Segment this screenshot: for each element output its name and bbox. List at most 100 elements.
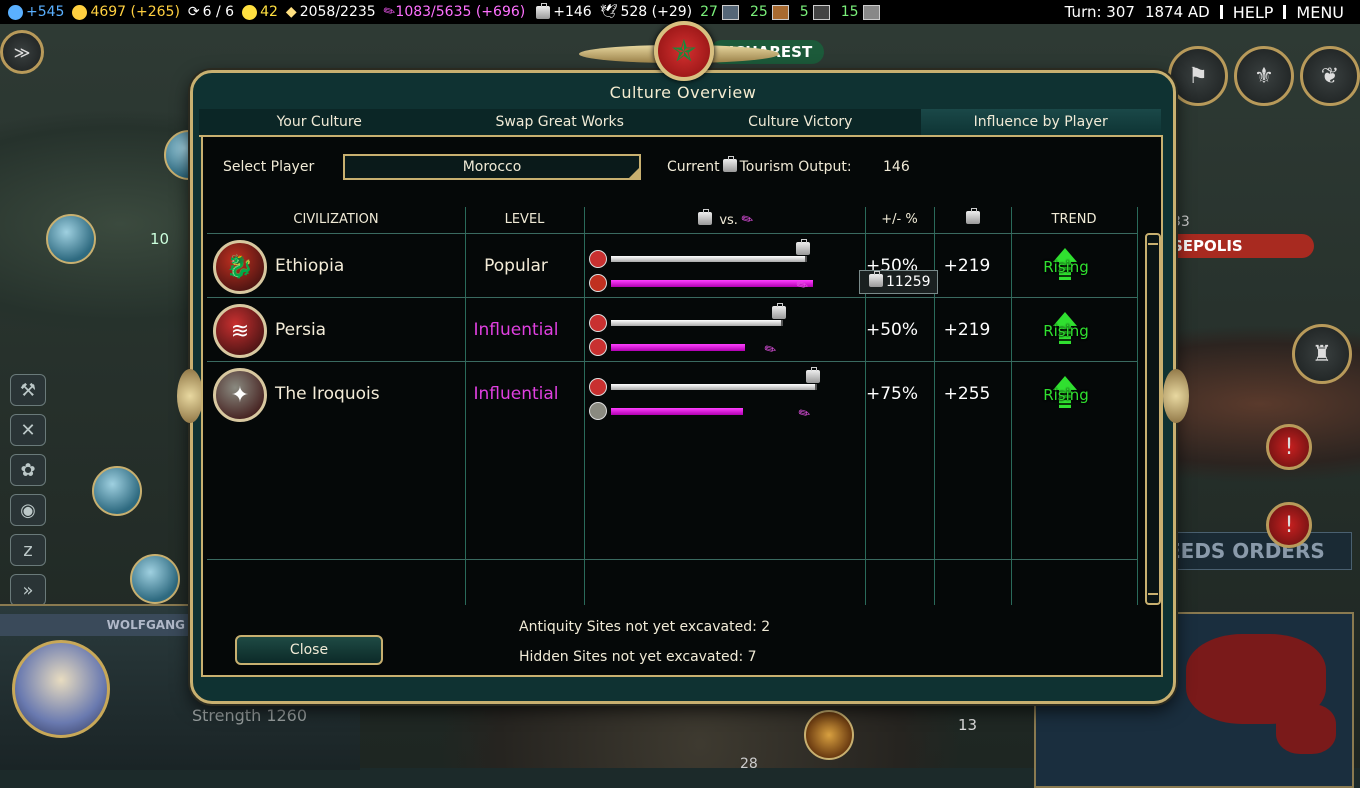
culture-marker-icon: ✎	[761, 340, 780, 360]
tile-number: 10	[150, 230, 170, 248]
tile-number: 28	[740, 756, 758, 772]
tourism-vs-culture-bars: ✎	[585, 239, 857, 296]
tourism-output-label: Current Tourism Output:	[667, 156, 852, 175]
scroll-up-mark[interactable]	[1148, 243, 1158, 245]
player-dropdown[interactable]: Morocco	[343, 154, 641, 180]
resource-1[interactable]: 27	[700, 4, 742, 20]
tourism-vs-culture-bars: ✎	[585, 303, 857, 360]
flower-icon[interactable]: ✿	[10, 454, 46, 486]
trend-indicator: Rising	[1007, 242, 1125, 292]
trend-indicator: Rising	[1007, 370, 1125, 420]
happiness-icon	[242, 4, 258, 20]
tourism-label-post: Tourism Output:	[739, 159, 852, 175]
policy-icon[interactable]: ⚜	[1234, 46, 1294, 106]
close-button[interactable]: Close	[235, 635, 383, 665]
tourism-tooltip: 11259	[859, 270, 938, 294]
morocco-mini-icon	[589, 250, 607, 268]
table-row[interactable]: ✦ The Iroquois Influential ✎ +75% +255 R…	[207, 361, 1137, 426]
tab-influence-by-player[interactable]: Influence by Player	[920, 109, 1161, 135]
alert-icon[interactable]: !	[1266, 424, 1312, 470]
city-banner[interactable]: SEPOLIS	[1160, 234, 1314, 258]
menu-button[interactable]: MENU	[1296, 3, 1344, 22]
influence-level: Influential	[473, 320, 559, 340]
tourism-per-turn: +255	[943, 384, 991, 404]
header-percent[interactable]: +/- %	[865, 207, 934, 233]
gold-yield[interactable]: 4697 (+265)	[72, 4, 180, 20]
tourism-value: +146	[553, 4, 592, 20]
header-civilization[interactable]: CIVILIZATION	[207, 207, 465, 233]
tourism-label-pre: Current	[667, 159, 720, 175]
happiness[interactable]: 42	[242, 4, 278, 20]
tourism-marker-icon	[796, 239, 810, 255]
laurel-icon[interactable]: ❦	[1300, 46, 1360, 106]
tourism-marker-icon	[772, 303, 786, 319]
table-row[interactable]: 🐉 Ethiopia Popular ✎ +50% +219 Rising 11…	[207, 233, 1137, 298]
tourism-bar	[611, 384, 817, 390]
column-divider	[1137, 207, 1138, 605]
tourism-icon	[698, 209, 713, 225]
science-icon	[8, 4, 23, 20]
civ-name: Persia	[275, 320, 327, 340]
tourism-icon	[536, 2, 551, 19]
gold-icon	[72, 4, 88, 20]
gold-value: 4697 (+265)	[90, 4, 180, 20]
advisor-icon[interactable]: ⚑	[1168, 46, 1228, 106]
map-tile	[46, 214, 96, 264]
map-tile	[804, 710, 854, 760]
faith-value: 528 (+29)	[620, 4, 693, 20]
unit-action-icon[interactable]: ⚒	[10, 374, 46, 406]
trade-routes-value: 6 / 6	[202, 4, 235, 20]
resource-3[interactable]: 5	[800, 4, 833, 20]
civ-name: The Iroquois	[275, 384, 380, 404]
trend-label: Rising	[1043, 386, 1089, 404]
golden-age[interactable]: ◆ 2058/2235	[286, 4, 376, 20]
vs-label: vs.	[719, 213, 738, 228]
header-trend[interactable]: TREND	[1011, 207, 1137, 233]
resource-icon	[771, 4, 789, 20]
header-level[interactable]: LEVEL	[465, 207, 584, 233]
tourism-bar	[611, 256, 807, 262]
tab-your-culture[interactable]: Your Culture	[199, 109, 440, 135]
target-mini-icon	[589, 338, 607, 356]
alert-icon[interactable]: !	[1266, 502, 1312, 548]
happiness-value: 42	[260, 4, 278, 20]
science-yield[interactable]: +545	[8, 4, 64, 20]
select-player-label: Select Player	[223, 159, 315, 175]
notification-icon[interactable]: ♜	[1292, 324, 1352, 384]
resource-2[interactable]: 25	[750, 4, 792, 20]
target-mini-icon	[589, 274, 607, 292]
golden-age-icon: ◆	[285, 4, 297, 20]
unit-portrait[interactable]	[12, 640, 110, 738]
scroll-down-mark[interactable]	[1148, 593, 1158, 595]
tab-culture-victory[interactable]: Culture Victory	[680, 109, 921, 135]
tourism-icon	[722, 156, 737, 172]
resource-4[interactable]: 15	[841, 4, 883, 20]
fortify-icon[interactable]: ◉	[10, 494, 46, 526]
skip-icon[interactable]: »	[10, 574, 46, 606]
separator	[1219, 5, 1223, 19]
faith-yield[interactable]: 🕊 528 (+29)	[600, 4, 692, 20]
collapse-icon[interactable]: ≫	[0, 30, 44, 74]
culture-yield[interactable]: ✎ 1083/5635 (+696)	[380, 2, 526, 22]
header-tourism[interactable]	[934, 207, 1011, 233]
tooltip-value: 11259	[886, 274, 931, 290]
help-button[interactable]: HELP	[1233, 3, 1274, 22]
tourism-yield[interactable]: +146	[533, 2, 592, 20]
dialog-footer: Close Antiquity Sites not yet excavated:…	[201, 607, 1159, 675]
morocco-mini-icon	[589, 378, 607, 396]
dropdown-corner-icon	[629, 168, 639, 178]
resource-icon	[721, 4, 739, 20]
resource-icon	[812, 4, 830, 20]
player-select-row: Select Player Morocco Current Tourism Out…	[223, 153, 1143, 183]
header-vs[interactable]: vs. ✎	[584, 207, 865, 233]
unit-needs-orders-button[interactable]: EEDS ORDERS	[1160, 532, 1352, 570]
table-scrollbar[interactable]	[1145, 233, 1161, 605]
tab-swap-great-works[interactable]: Swap Great Works	[440, 109, 681, 135]
trend-label: Rising	[1043, 258, 1089, 276]
sleep-icon[interactable]: z	[10, 534, 46, 566]
culture-value: 1083/5635 (+696)	[395, 4, 526, 20]
ranged-icon[interactable]: ✕	[10, 414, 46, 446]
persia-civ-icon: ≋	[213, 304, 267, 358]
table-row[interactable]: ≋ Persia Influential ✎ +50% +219 Rising	[207, 297, 1137, 362]
trade-routes[interactable]: ⟳ 6 / 6	[188, 4, 234, 20]
